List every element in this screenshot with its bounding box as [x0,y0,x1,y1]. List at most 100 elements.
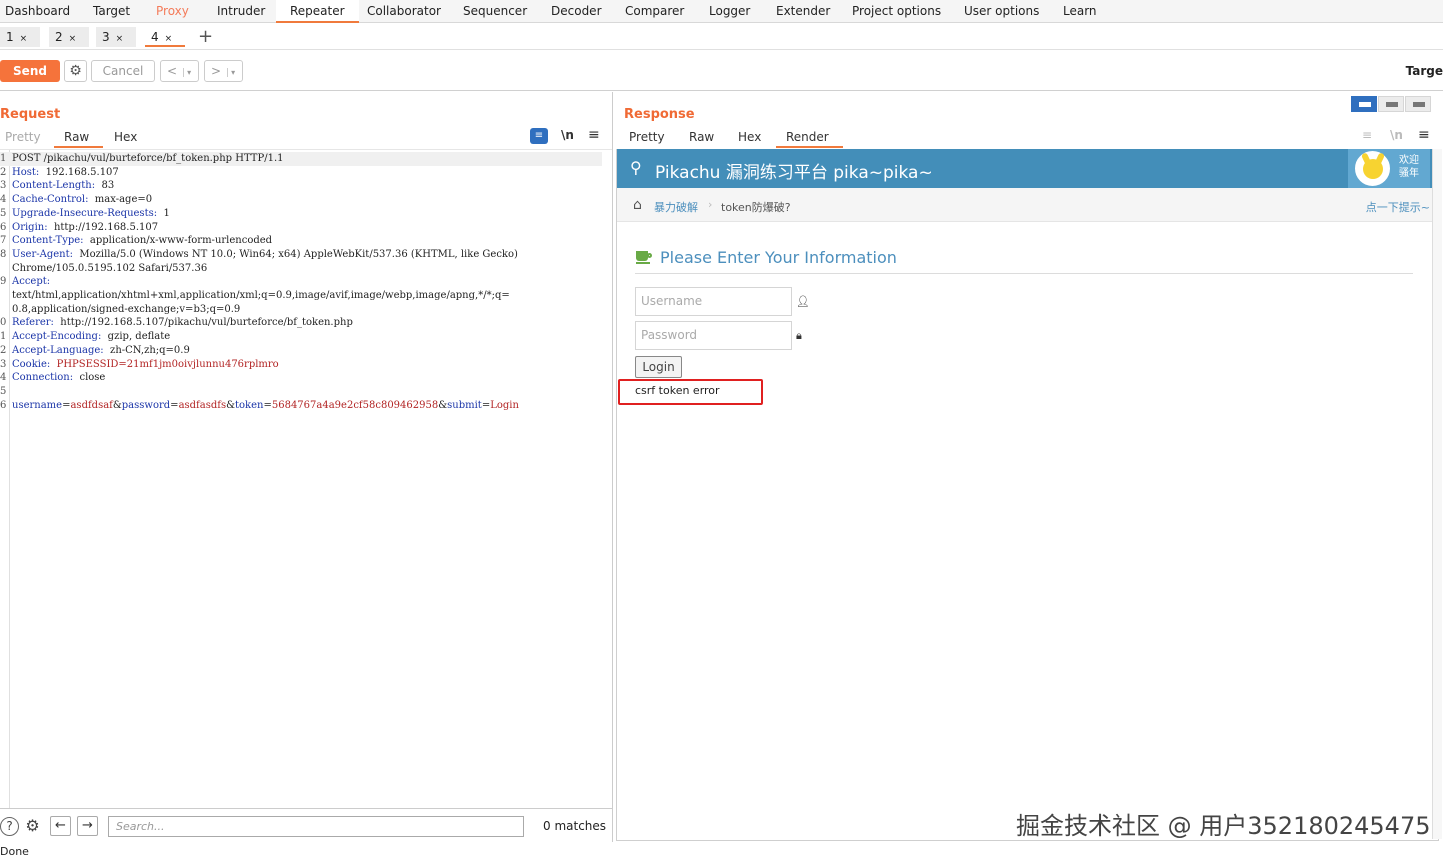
back-button[interactable]: < ▾ [160,60,199,82]
line-number: 0 [0,317,7,329]
tab-pretty[interactable]: Pretty [629,130,665,144]
nav-tab-comparer[interactable]: Comparer [625,0,684,23]
coffee-icon [636,251,652,265]
nav-tab-collaborator[interactable]: Collaborator [367,0,441,23]
close-icon[interactable]: × [69,34,77,44]
repeater-tab-bar: 1 × 2 × 3 × 4 × [0,24,1443,50]
repeater-tab-label: 3 [102,30,110,44]
close-icon[interactable]: × [116,34,124,44]
repeater-tab-1[interactable]: 1 × [0,27,40,47]
arrow-right-icon[interactable]: → [77,816,98,836]
param-name: submit [447,399,482,411]
tab-raw[interactable]: Raw [53,130,104,148]
arrow-left-icon[interactable]: ← [50,816,71,836]
forward-button[interactable]: > ▾ [204,60,243,82]
nav-tab-proxy[interactable]: Proxy [156,0,189,23]
request-line: 7 Content-Type: application/x-www-form-ur… [0,234,602,248]
tab-hex[interactable]: Hex [738,130,761,144]
line-text: 0.8,application/signed-exchange;v=b3;q=0… [12,303,241,315]
param-equals: = [263,399,272,411]
settings-gear-icon[interactable]: ⚙ [64,60,87,82]
layout-stacked-icon[interactable] [1378,96,1404,112]
line-text: Accept-Language: zh-CN,zh;q=0.9 [12,344,190,358]
breadcrumb: ⌂ 暴力破解 › token防爆破? 点一下提示~ [617,188,1438,222]
nav-tab-decoder[interactable]: Decoder [551,0,602,23]
newline-toggle-icon[interactable]: \n [1390,128,1403,142]
request-line: 3 Content-Length: 83 [0,179,602,193]
repeater-tab-4[interactable]: 4 × [145,27,185,47]
header-value: application/x-www-form-urlencoded [83,235,273,247]
gear-icon[interactable]: ⚙ [23,817,42,836]
nav-tab-dashboard[interactable]: Dashboard [5,0,70,23]
tab-pretty[interactable]: Pretty [5,130,41,144]
nav-tab-user-options[interactable]: User options [964,0,1039,23]
help-icon[interactable]: ? [0,817,19,836]
wrap-lines-icon[interactable]: ≡ [1362,128,1372,142]
nav-tab-project-options[interactable]: Project options [852,0,941,23]
nav-tab-sequencer[interactable]: Sequencer [463,0,527,23]
param-separator: & [226,399,235,411]
line-number: 4 [0,372,7,384]
request-line: 8 User-Agent: Mozilla/5.0 (Windows NT 10.… [0,248,602,262]
request-line: 0.8,application/signed-exchange;v=b3;q=0… [0,303,602,317]
username-input[interactable]: Username [635,287,792,316]
menu-icon[interactable]: ≡ [1418,127,1430,143]
chevron-left-icon: < [167,64,178,78]
nav-tab-intruder[interactable]: Intruder [217,0,265,23]
line-number: 7 [0,235,7,247]
search-bar: ? ⚙ ← → Search... 0 matches [0,808,612,842]
header-value: zh-CN,zh;q=0.9 [103,344,190,356]
line-text: Host: 192.168.5.107 [12,166,119,180]
nav-tab-logger[interactable]: Logger [709,0,750,23]
hint-link[interactable]: 点一下提示~ [1366,199,1430,215]
layout-side-by-side-icon[interactable] [1351,96,1377,112]
line-text: Connection: close [12,371,105,385]
close-icon[interactable]: × [165,34,173,44]
header-value: 192.168.5.107 [39,166,119,178]
tab-hex[interactable]: Hex [114,130,137,144]
line-text: Accept: [12,275,50,289]
request-panel: Request Pretty Raw Hex ≡ \n ≡ 1 POST /pik… [0,92,613,842]
request-line: 3 Cookie: PHPSESSID=21mf1jm0oivjlunnu476r… [0,358,602,372]
request-line: 9 Accept: [0,275,602,289]
password-input[interactable]: Password [635,321,792,350]
send-button[interactable]: Send [0,60,60,82]
breadcrumb-separator: › [708,198,713,211]
target-label[interactable]: Targe [1406,64,1443,78]
nav-tab-target[interactable]: Target [93,0,130,23]
line-text: User-Agent: Mozilla/5.0 (Windows NT 10.0… [12,248,518,262]
repeater-tab-2[interactable]: 2 × [49,27,89,47]
request-editor[interactable]: 1 POST /pikachu/vul/burteforce/bf_token.p… [0,149,612,808]
dropdown-arrow-icon[interactable]: ▾ [227,68,236,77]
chevron-right-icon: > [211,64,222,78]
search-input[interactable]: Search... [108,816,524,837]
menu-icon[interactable]: ≡ [588,127,600,143]
nav-tab-learn[interactable]: Learn [1063,0,1097,23]
layout-tabs-icon[interactable] [1405,96,1431,112]
dropdown-arrow-icon[interactable]: ▾ [183,68,192,77]
header-value: PHPSESSID=21mf1jm0oivjlunnu476rplmro [50,358,279,370]
cancel-button[interactable]: Cancel [91,60,155,82]
request-line: 5 Upgrade-Insecure-Requests: 1 [0,207,602,221]
tab-render[interactable]: Render [776,130,843,148]
line-number: 9 [0,276,7,288]
vertical-scrollbar[interactable] [1432,149,1442,839]
wrap-lines-icon[interactable]: ≡ [530,128,548,144]
nav-tab-repeater[interactable]: Repeater [276,0,359,23]
header-value: http://192.168.5.107/pikachu/vul/burtefo… [53,317,353,329]
header-value: Mozilla/5.0 (Windows NT 10.0; Win64; x64… [73,248,518,260]
user-menu[interactable]: 欢迎 骚年 [1348,149,1430,188]
add-tab-icon[interactable]: + [198,26,213,47]
watermark: 掘金技术社区 @ 用户352180245475 [1016,812,1431,840]
login-button[interactable]: Login [635,356,682,378]
pikachu-title[interactable]: Pikachu 漏洞练习平台 pika~pika~ [655,158,933,183]
newline-toggle-icon[interactable]: \n [561,128,574,142]
tab-raw[interactable]: Raw [689,130,714,144]
line-number: 6 [0,399,7,411]
nav-tab-extender[interactable]: Extender [776,0,830,23]
repeater-tab-3[interactable]: 3 × [96,27,136,47]
breadcrumb-link[interactable]: 暴力破解 [654,199,698,215]
close-icon[interactable]: × [20,34,28,44]
request-line: text/html,application/xhtml+xml,applicat… [0,289,602,303]
header-name: Host: [12,166,40,178]
